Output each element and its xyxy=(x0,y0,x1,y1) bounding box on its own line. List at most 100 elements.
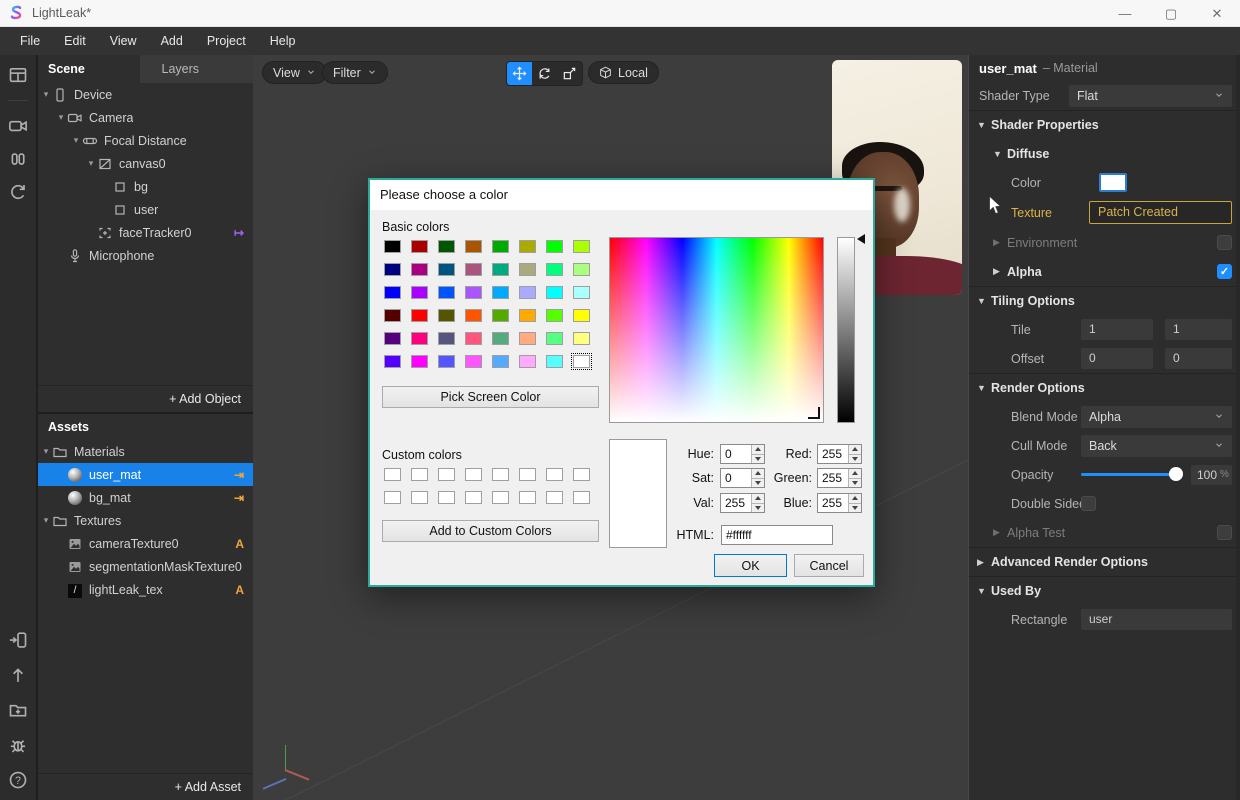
custom-color-7[interactable] xyxy=(571,466,592,483)
add-asset-button[interactable]: + Add Asset xyxy=(38,773,253,800)
tab-layers[interactable]: Layers xyxy=(140,55,254,83)
custom-color-10[interactable] xyxy=(436,489,457,506)
environment-checkbox[interactable] xyxy=(1217,235,1232,250)
maximize-button[interactable]: ▢ xyxy=(1148,0,1194,27)
blend-mode-dropdown[interactable]: Alpha xyxy=(1081,406,1232,428)
tree-item-camera[interactable]: ▾Camera xyxy=(38,106,253,129)
tile-x-field[interactable]: 1 xyxy=(1081,319,1153,340)
move-tool-button[interactable] xyxy=(507,62,532,85)
double-sided-checkbox[interactable] xyxy=(1081,496,1096,511)
diffuse-texture-field[interactable]: Patch Created xyxy=(1089,201,1232,224)
sat-spinbox[interactable]: 0 xyxy=(720,468,765,488)
pick-screen-color-button[interactable]: Pick Screen Color xyxy=(382,386,599,408)
blue-spinbox[interactable]: 255 xyxy=(817,493,862,513)
send-to-device-icon[interactable] xyxy=(8,630,28,650)
basic-color-16[interactable] xyxy=(382,284,403,301)
basic-color-25[interactable] xyxy=(409,307,430,324)
basic-color-14[interactable] xyxy=(544,261,565,278)
hue-saturation-gradient[interactable] xyxy=(609,237,824,423)
local-space-button[interactable]: Local xyxy=(588,61,659,84)
menu-project[interactable]: Project xyxy=(195,27,258,55)
basic-color-23[interactable] xyxy=(571,284,592,301)
html-input[interactable] xyxy=(721,525,833,545)
expand-arrow-icon[interactable]: ▾ xyxy=(70,135,82,146)
close-button[interactable]: ✕ xyxy=(1194,0,1240,27)
basic-color-46[interactable] xyxy=(544,353,565,370)
basic-color-26[interactable] xyxy=(436,307,457,324)
custom-color-9[interactable] xyxy=(409,489,430,506)
tree-item-microphone[interactable]: Microphone xyxy=(38,244,253,267)
tree-item-facetracker0[interactable]: faceTracker0↦ xyxy=(38,221,253,244)
basic-color-1[interactable] xyxy=(409,238,430,255)
add-object-button[interactable]: + Add Object xyxy=(38,385,253,412)
custom-color-2[interactable] xyxy=(436,466,457,483)
restart-icon[interactable] xyxy=(8,182,28,202)
ok-button[interactable]: OK xyxy=(714,554,787,577)
spin-down[interactable] xyxy=(848,503,861,513)
menu-view[interactable]: View xyxy=(98,27,149,55)
help-icon[interactable]: ? xyxy=(8,770,28,790)
basic-color-22[interactable] xyxy=(544,284,565,301)
expand-arrow-icon[interactable]: ▾ xyxy=(85,158,97,169)
basic-color-12[interactable] xyxy=(490,261,511,278)
basic-color-2[interactable] xyxy=(436,238,457,255)
menu-help[interactable]: Help xyxy=(258,27,308,55)
custom-color-5[interactable] xyxy=(517,466,538,483)
basic-color-32[interactable] xyxy=(382,330,403,347)
basic-color-40[interactable] xyxy=(382,353,403,370)
tree-item-bg[interactable]: bg xyxy=(38,175,253,198)
hue-spinbox[interactable]: 0 xyxy=(720,444,765,464)
custom-color-14[interactable] xyxy=(544,489,565,506)
basic-color-4[interactable] xyxy=(490,238,511,255)
custom-color-3[interactable] xyxy=(463,466,484,483)
basic-color-11[interactable] xyxy=(463,261,484,278)
cancel-button[interactable]: Cancel xyxy=(794,554,864,577)
custom-color-12[interactable] xyxy=(490,489,511,506)
add-custom-colors-button[interactable]: Add to Custom Colors xyxy=(382,520,599,542)
basic-color-28[interactable] xyxy=(490,307,511,324)
basic-color-24[interactable] xyxy=(382,307,403,324)
section-used-by[interactable]: ▼Used By xyxy=(969,576,1240,605)
section-diffuse[interactable]: ▼Diffuse xyxy=(969,139,1240,168)
basic-color-19[interactable] xyxy=(463,284,484,301)
section-shader-properties[interactable]: ▼Shader Properties xyxy=(969,110,1240,139)
section-render-options[interactable]: ▼Render Options xyxy=(969,373,1240,402)
offset-y-field[interactable]: 0 xyxy=(1165,348,1232,369)
custom-color-1[interactable] xyxy=(409,466,430,483)
tree-item-user[interactable]: user xyxy=(38,198,253,221)
minimize-button[interactable]: — xyxy=(1102,0,1148,27)
cull-mode-dropdown[interactable]: Back xyxy=(1081,435,1232,457)
menu-add[interactable]: Add xyxy=(149,27,195,55)
tab-scene[interactable]: Scene xyxy=(38,55,140,83)
basic-color-15[interactable] xyxy=(571,261,592,278)
asset-item-cameratexture0[interactable]: cameraTexture0A xyxy=(38,532,253,555)
scale-tool-button[interactable] xyxy=(557,62,582,85)
basic-color-6[interactable] xyxy=(544,238,565,255)
expand-arrow-icon[interactable]: ▾ xyxy=(40,515,52,526)
custom-color-13[interactable] xyxy=(517,489,538,506)
section-alpha-test[interactable]: ▶Alpha Test xyxy=(969,518,1240,547)
basic-color-30[interactable] xyxy=(544,307,565,324)
section-advanced-render-options[interactable]: ▶Advanced Render Options xyxy=(969,547,1240,576)
custom-color-6[interactable] xyxy=(544,466,565,483)
value-slider-arrow[interactable] xyxy=(857,234,865,244)
spin-up[interactable] xyxy=(848,469,861,478)
basic-color-43[interactable] xyxy=(463,353,484,370)
menu-file[interactable]: File xyxy=(8,27,52,55)
asset-item-textures[interactable]: ▾Textures xyxy=(38,509,253,532)
basic-color-17[interactable] xyxy=(409,284,430,301)
tree-item-focal-distance[interactable]: ▾Focal Distance xyxy=(38,129,253,152)
custom-color-8[interactable] xyxy=(382,489,403,506)
tile-y-field[interactable]: 1 xyxy=(1165,319,1232,340)
basic-color-37[interactable] xyxy=(517,330,538,347)
basic-color-10[interactable] xyxy=(436,261,457,278)
basic-color-35[interactable] xyxy=(463,330,484,347)
custom-color-0[interactable] xyxy=(382,466,403,483)
opacity-value[interactable]: 100 % xyxy=(1191,465,1232,485)
spin-down[interactable] xyxy=(751,454,764,464)
basic-color-36[interactable] xyxy=(490,330,511,347)
publish-icon[interactable] xyxy=(8,665,28,685)
spin-down[interactable] xyxy=(848,478,861,488)
rotate-tool-button[interactable] xyxy=(532,62,557,85)
rectangle-field[interactable]: user xyxy=(1081,609,1232,630)
